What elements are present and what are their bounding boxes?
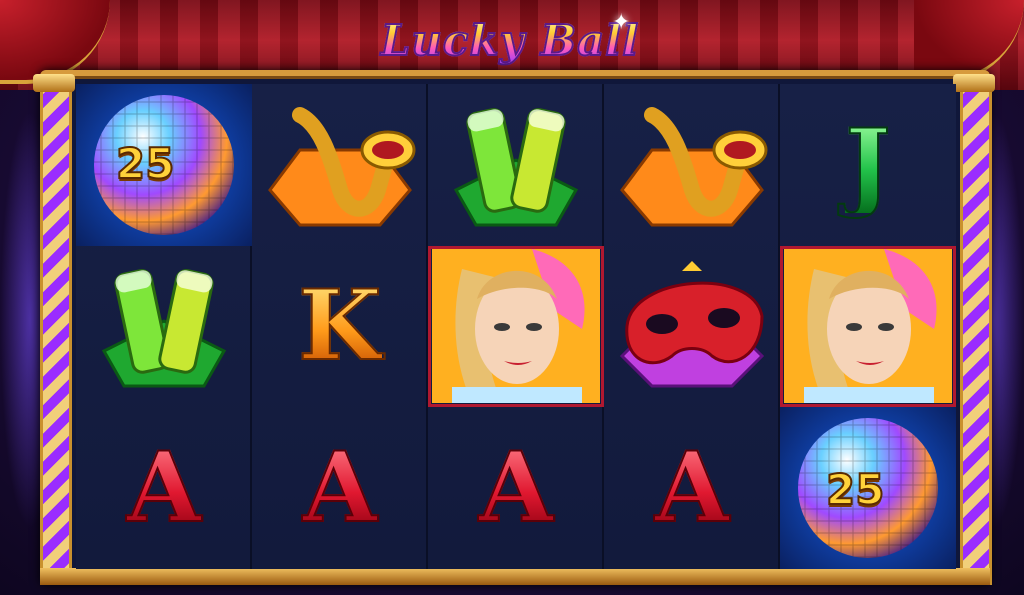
- ace-symbol: A: [604, 407, 780, 569]
- pillar-right: [960, 80, 992, 585]
- saxophone-symbol: [252, 84, 428, 246]
- ace-letter: A: [478, 430, 554, 544]
- showgirl-icon: [432, 249, 600, 404]
- ace-symbol: A: [252, 407, 428, 569]
- ace-letter: A: [302, 430, 378, 544]
- reel-2: K A: [252, 84, 428, 569]
- masquerade-mask-icon: [619, 261, 765, 388]
- mask-symbol: [604, 246, 780, 408]
- game-title: Lucky Ball: [380, 15, 640, 66]
- pillar-left: [40, 80, 72, 585]
- champagne-glasses-icon: [453, 107, 579, 227]
- ace-letter: A: [126, 430, 202, 544]
- reel-5: J 25: [780, 84, 956, 569]
- ball-value: 25: [115, 138, 175, 189]
- ace-letter: A: [654, 430, 730, 544]
- saxophone-symbol: [604, 84, 780, 246]
- saxophone-icon: [620, 106, 768, 227]
- saxophone-icon: [268, 106, 416, 227]
- sparkle-icon: ✦: [612, 10, 631, 35]
- showgirl-symbol: [428, 245, 604, 408]
- reel-1: 25 A: [76, 84, 252, 569]
- reel-4: A: [604, 84, 780, 569]
- champagne-symbol: [428, 84, 604, 246]
- ball-value: 25: [825, 464, 885, 515]
- king-symbol: K: [252, 246, 428, 408]
- champagne-glasses-icon: [101, 269, 227, 388]
- showgirl-symbol: [780, 245, 956, 408]
- champagne-symbol: [76, 246, 252, 408]
- pillar-cap-right: [953, 74, 995, 92]
- disco-ball-symbol: 25: [780, 407, 956, 569]
- jack-symbol: J: [780, 84, 956, 246]
- frame-bottom: [40, 568, 990, 585]
- showgirl-icon: [784, 249, 952, 404]
- game-logo: Lucky Ball: [380, 4, 640, 76]
- ace-symbol: A: [76, 407, 252, 569]
- ace-symbol: A: [428, 407, 604, 569]
- reel-3: A: [428, 84, 604, 569]
- jack-letter: J: [844, 107, 891, 221]
- reel-grid: 25 A K A A A J 25: [76, 84, 956, 569]
- king-letter: K: [297, 269, 382, 383]
- disco-ball-symbol: 25: [76, 84, 252, 246]
- pillar-cap-left: [33, 74, 75, 92]
